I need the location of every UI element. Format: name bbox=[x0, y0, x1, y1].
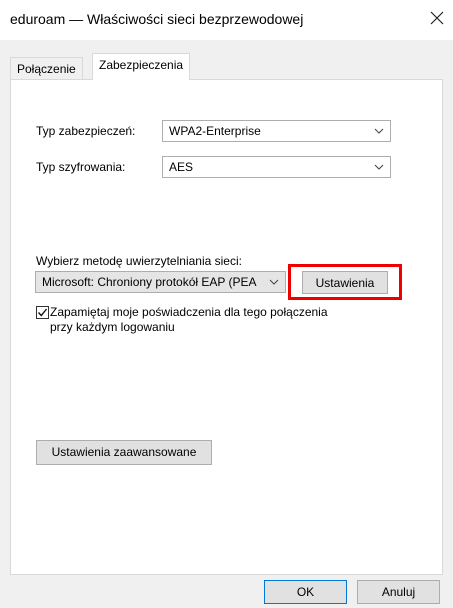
close-icon-glyph bbox=[430, 11, 444, 25]
remember-credentials-checkbox[interactable] bbox=[36, 306, 49, 319]
chevron-down-icon bbox=[269, 272, 279, 292]
tab-security[interactable]: Zabezpieczenia bbox=[92, 53, 191, 80]
security-type-label: Typ zabezpieczeń: bbox=[36, 124, 136, 138]
encryption-type-label: Typ szyfrowania: bbox=[36, 160, 126, 174]
title-bar: eduroam — Właściwości sieci bezprzewodow… bbox=[0, 0, 453, 40]
checkmark-icon bbox=[37, 308, 48, 317]
security-type-value: WPA2-Enterprise bbox=[169, 124, 261, 138]
auth-method-dropdown[interactable]: Microsoft: Chroniony protokół EAP (PEA bbox=[35, 271, 286, 293]
close-icon[interactable] bbox=[426, 6, 448, 32]
chevron-down-icon bbox=[374, 157, 384, 177]
auth-method-label: Wybierz metodę uwierzytelniania sieci: bbox=[36, 254, 242, 268]
auth-settings-button[interactable]: Ustawienia bbox=[302, 271, 388, 294]
remember-credentials-label-line2: przy każdym logowaniu bbox=[50, 320, 175, 334]
advanced-settings-button[interactable]: Ustawienia zaawansowane bbox=[36, 440, 212, 465]
ok-button[interactable]: OK bbox=[264, 580, 347, 604]
security-type-dropdown[interactable]: WPA2-Enterprise bbox=[162, 120, 391, 142]
tab-connection[interactable]: Połączenie bbox=[10, 57, 83, 81]
encryption-type-value: AES bbox=[169, 160, 194, 174]
remember-credentials-label-line1: Zapamiętaj moje poświadczenia dla tego p… bbox=[50, 305, 328, 319]
encryption-type-dropdown[interactable]: AES bbox=[162, 156, 391, 178]
auth-method-value: Microsoft: Chroniony protokół EAP (PEA bbox=[42, 275, 257, 289]
window-title: eduroam — Właściwości sieci bezprzewodow… bbox=[10, 11, 304, 27]
chevron-down-icon bbox=[374, 121, 384, 141]
cancel-button[interactable]: Anuluj bbox=[357, 580, 440, 604]
